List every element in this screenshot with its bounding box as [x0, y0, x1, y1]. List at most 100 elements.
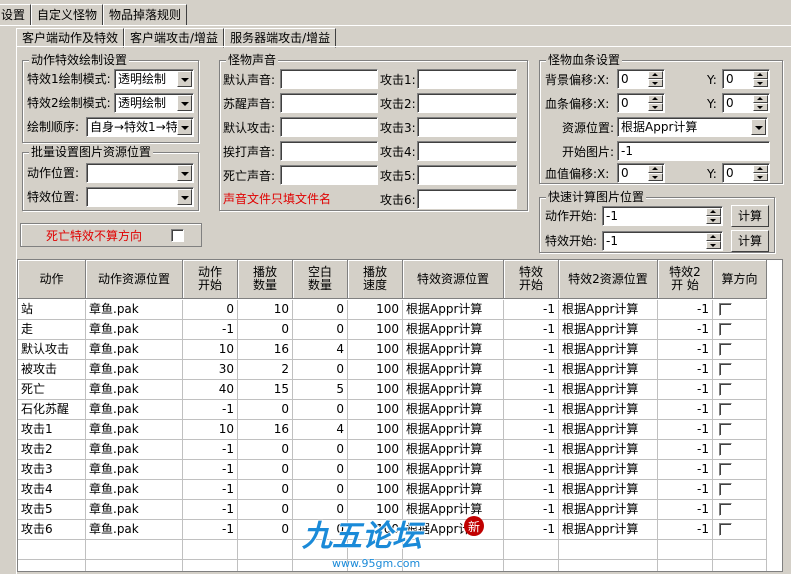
- attack2-input[interactable]: [417, 93, 517, 113]
- direction-checkbox[interactable]: [719, 343, 732, 356]
- table-cell[interactable]: 100: [348, 440, 403, 460]
- table-cell[interactable]: -1: [183, 400, 238, 420]
- attack4-input[interactable]: [417, 141, 517, 161]
- chevron-down-icon[interactable]: [177, 189, 192, 205]
- table-cell[interactable]: 0: [293, 480, 348, 500]
- table-cell[interactable]: 攻击3: [18, 460, 86, 480]
- table-cell[interactable]: 100: [348, 480, 403, 500]
- table-cell[interactable]: 根据Appr计算: [559, 480, 658, 500]
- table-cell[interactable]: 章鱼.pak: [86, 460, 183, 480]
- table-cell[interactable]: -1: [658, 380, 713, 400]
- res-pos-select[interactable]: 根据Appr计算: [617, 117, 768, 137]
- quick-action-spinner[interactable]: -1: [602, 206, 723, 226]
- fx1-mode-select[interactable]: 透明绘制: [114, 69, 194, 89]
- bar-offset-y-spinner[interactable]: 0: [722, 93, 770, 113]
- table-cell[interactable]: -1: [504, 460, 559, 480]
- table-cell[interactable]: [713, 440, 767, 460]
- table-cell[interactable]: [713, 360, 767, 380]
- table-cell[interactable]: 0: [238, 400, 293, 420]
- direction-checkbox[interactable]: [719, 523, 732, 536]
- attack1-input[interactable]: [417, 69, 517, 89]
- table-cell[interactable]: 0: [293, 440, 348, 460]
- batch-fx-select[interactable]: [86, 187, 194, 207]
- table-cell[interactable]: 章鱼.pak: [86, 360, 183, 380]
- table-cell[interactable]: 100: [348, 360, 403, 380]
- table-cell[interactable]: 根据Appr计算: [559, 500, 658, 520]
- table-cell[interactable]: 0: [238, 460, 293, 480]
- tab-item-drop-rules[interactable]: 物品掉落规则: [103, 4, 188, 26]
- table-cell[interactable]: -1: [658, 440, 713, 460]
- table-cell[interactable]: 根据Appr计算: [403, 300, 504, 320]
- chevron-down-icon[interactable]: [177, 71, 192, 87]
- table-cell[interactable]: 0: [183, 300, 238, 320]
- fx2-mode-select[interactable]: 透明绘制: [114, 93, 194, 113]
- table-cell[interactable]: 根据Appr计算: [559, 380, 658, 400]
- table-cell[interactable]: 死亡: [18, 380, 86, 400]
- quick-fx-calc-button[interactable]: 计算: [731, 230, 769, 252]
- sound-hit-input[interactable]: [280, 141, 378, 161]
- table-cell[interactable]: 根据Appr计算: [559, 460, 658, 480]
- table-cell[interactable]: -1: [504, 420, 559, 440]
- table-cell[interactable]: [713, 520, 767, 540]
- spin-down-icon[interactable]: [753, 79, 768, 87]
- table-cell[interactable]: 30: [183, 360, 238, 380]
- quick-fx-spinner[interactable]: -1: [602, 231, 723, 251]
- table-row[interactable]: 石化苏醒 章鱼.pak -1 0 0 100 根据Appr计算 -1 根据Appr计算 -1: [18, 400, 767, 420]
- table-cell[interactable]: -1: [504, 400, 559, 420]
- table-cell[interactable]: 100: [348, 380, 403, 400]
- spin-down-icon[interactable]: [648, 103, 663, 111]
- attack3-input[interactable]: [417, 117, 517, 137]
- table-cell[interactable]: [713, 500, 767, 520]
- table-cell[interactable]: 0: [238, 520, 293, 540]
- table-cell[interactable]: [713, 320, 767, 340]
- table-cell[interactable]: [713, 480, 767, 500]
- sound-attack-input[interactable]: [280, 117, 378, 137]
- direction-checkbox[interactable]: [719, 503, 732, 516]
- bar-offset-x-spinner[interactable]: 0: [617, 93, 665, 113]
- table-row[interactable]: 攻击3 章鱼.pak -1 0 0 100 根据Appr计算 -1 根据Appr计算 -1: [18, 460, 767, 480]
- chevron-down-icon[interactable]: [177, 165, 192, 181]
- table-cell[interactable]: 0: [293, 300, 348, 320]
- bg-offset-x-spinner[interactable]: 0: [617, 69, 665, 89]
- quick-action-calc-button[interactable]: 计算: [731, 205, 769, 227]
- table-cell[interactable]: 0: [293, 400, 348, 420]
- table-cell[interactable]: 攻击4: [18, 480, 86, 500]
- table-cell[interactable]: 章鱼.pak: [86, 380, 183, 400]
- table-cell[interactable]: 根据Appr计算: [403, 360, 504, 380]
- table-cell[interactable]: 0: [238, 320, 293, 340]
- table-row[interactable]: 被攻击 章鱼.pak 30 2 0 100 根据Appr计算 -1 根据Appr计算 -1: [18, 360, 767, 380]
- table-cell[interactable]: -1: [504, 340, 559, 360]
- table-cell[interactable]: 石化苏醒: [18, 400, 86, 420]
- spin-down-icon[interactable]: [706, 216, 721, 224]
- table-cell[interactable]: 10: [183, 420, 238, 440]
- table-cell[interactable]: [713, 400, 767, 420]
- table-cell[interactable]: 100: [348, 340, 403, 360]
- spin-up-icon[interactable]: [753, 165, 768, 173]
- table-cell[interactable]: -1: [183, 480, 238, 500]
- table-cell[interactable]: [713, 380, 767, 400]
- table-cell[interactable]: 根据Appr计算: [559, 340, 658, 360]
- draw-order-select[interactable]: 自身→特效1→特: [86, 117, 194, 137]
- table-cell[interactable]: -1: [658, 320, 713, 340]
- table-cell[interactable]: 根据Appr计算: [403, 480, 504, 500]
- table-cell[interactable]: 0: [293, 460, 348, 480]
- table-row[interactable]: 死亡 章鱼.pak 40 15 5 100 根据Appr计算 -1 根据Appr计算 -1: [18, 380, 767, 400]
- table-cell[interactable]: -1: [504, 300, 559, 320]
- table-row[interactable]: 默认攻击 章鱼.pak 10 16 4 100 根据Appr计算 -1 根据Appr计算 -1: [18, 340, 767, 360]
- table-cell[interactable]: [713, 340, 767, 360]
- sound-default-input[interactable]: [280, 69, 378, 89]
- table-cell[interactable]: 10: [238, 300, 293, 320]
- table-cell[interactable]: 章鱼.pak: [86, 320, 183, 340]
- table-cell[interactable]: [713, 460, 767, 480]
- spin-up-icon[interactable]: [706, 233, 721, 241]
- table-cell[interactable]: 10: [183, 340, 238, 360]
- table-cell[interactable]: 根据Appr计算: [403, 420, 504, 440]
- direction-checkbox[interactable]: [719, 383, 732, 396]
- table-cell[interactable]: -1: [183, 500, 238, 520]
- table-row[interactable]: 攻击1 章鱼.pak 10 16 4 100 根据Appr计算 -1 根据Appr计算 -1: [18, 420, 767, 440]
- spin-down-icon[interactable]: [753, 173, 768, 181]
- table-cell[interactable]: 根据Appr计算: [559, 420, 658, 440]
- table-cell[interactable]: -1: [504, 500, 559, 520]
- table-cell[interactable]: -1: [504, 520, 559, 540]
- table-cell[interactable]: -1: [658, 300, 713, 320]
